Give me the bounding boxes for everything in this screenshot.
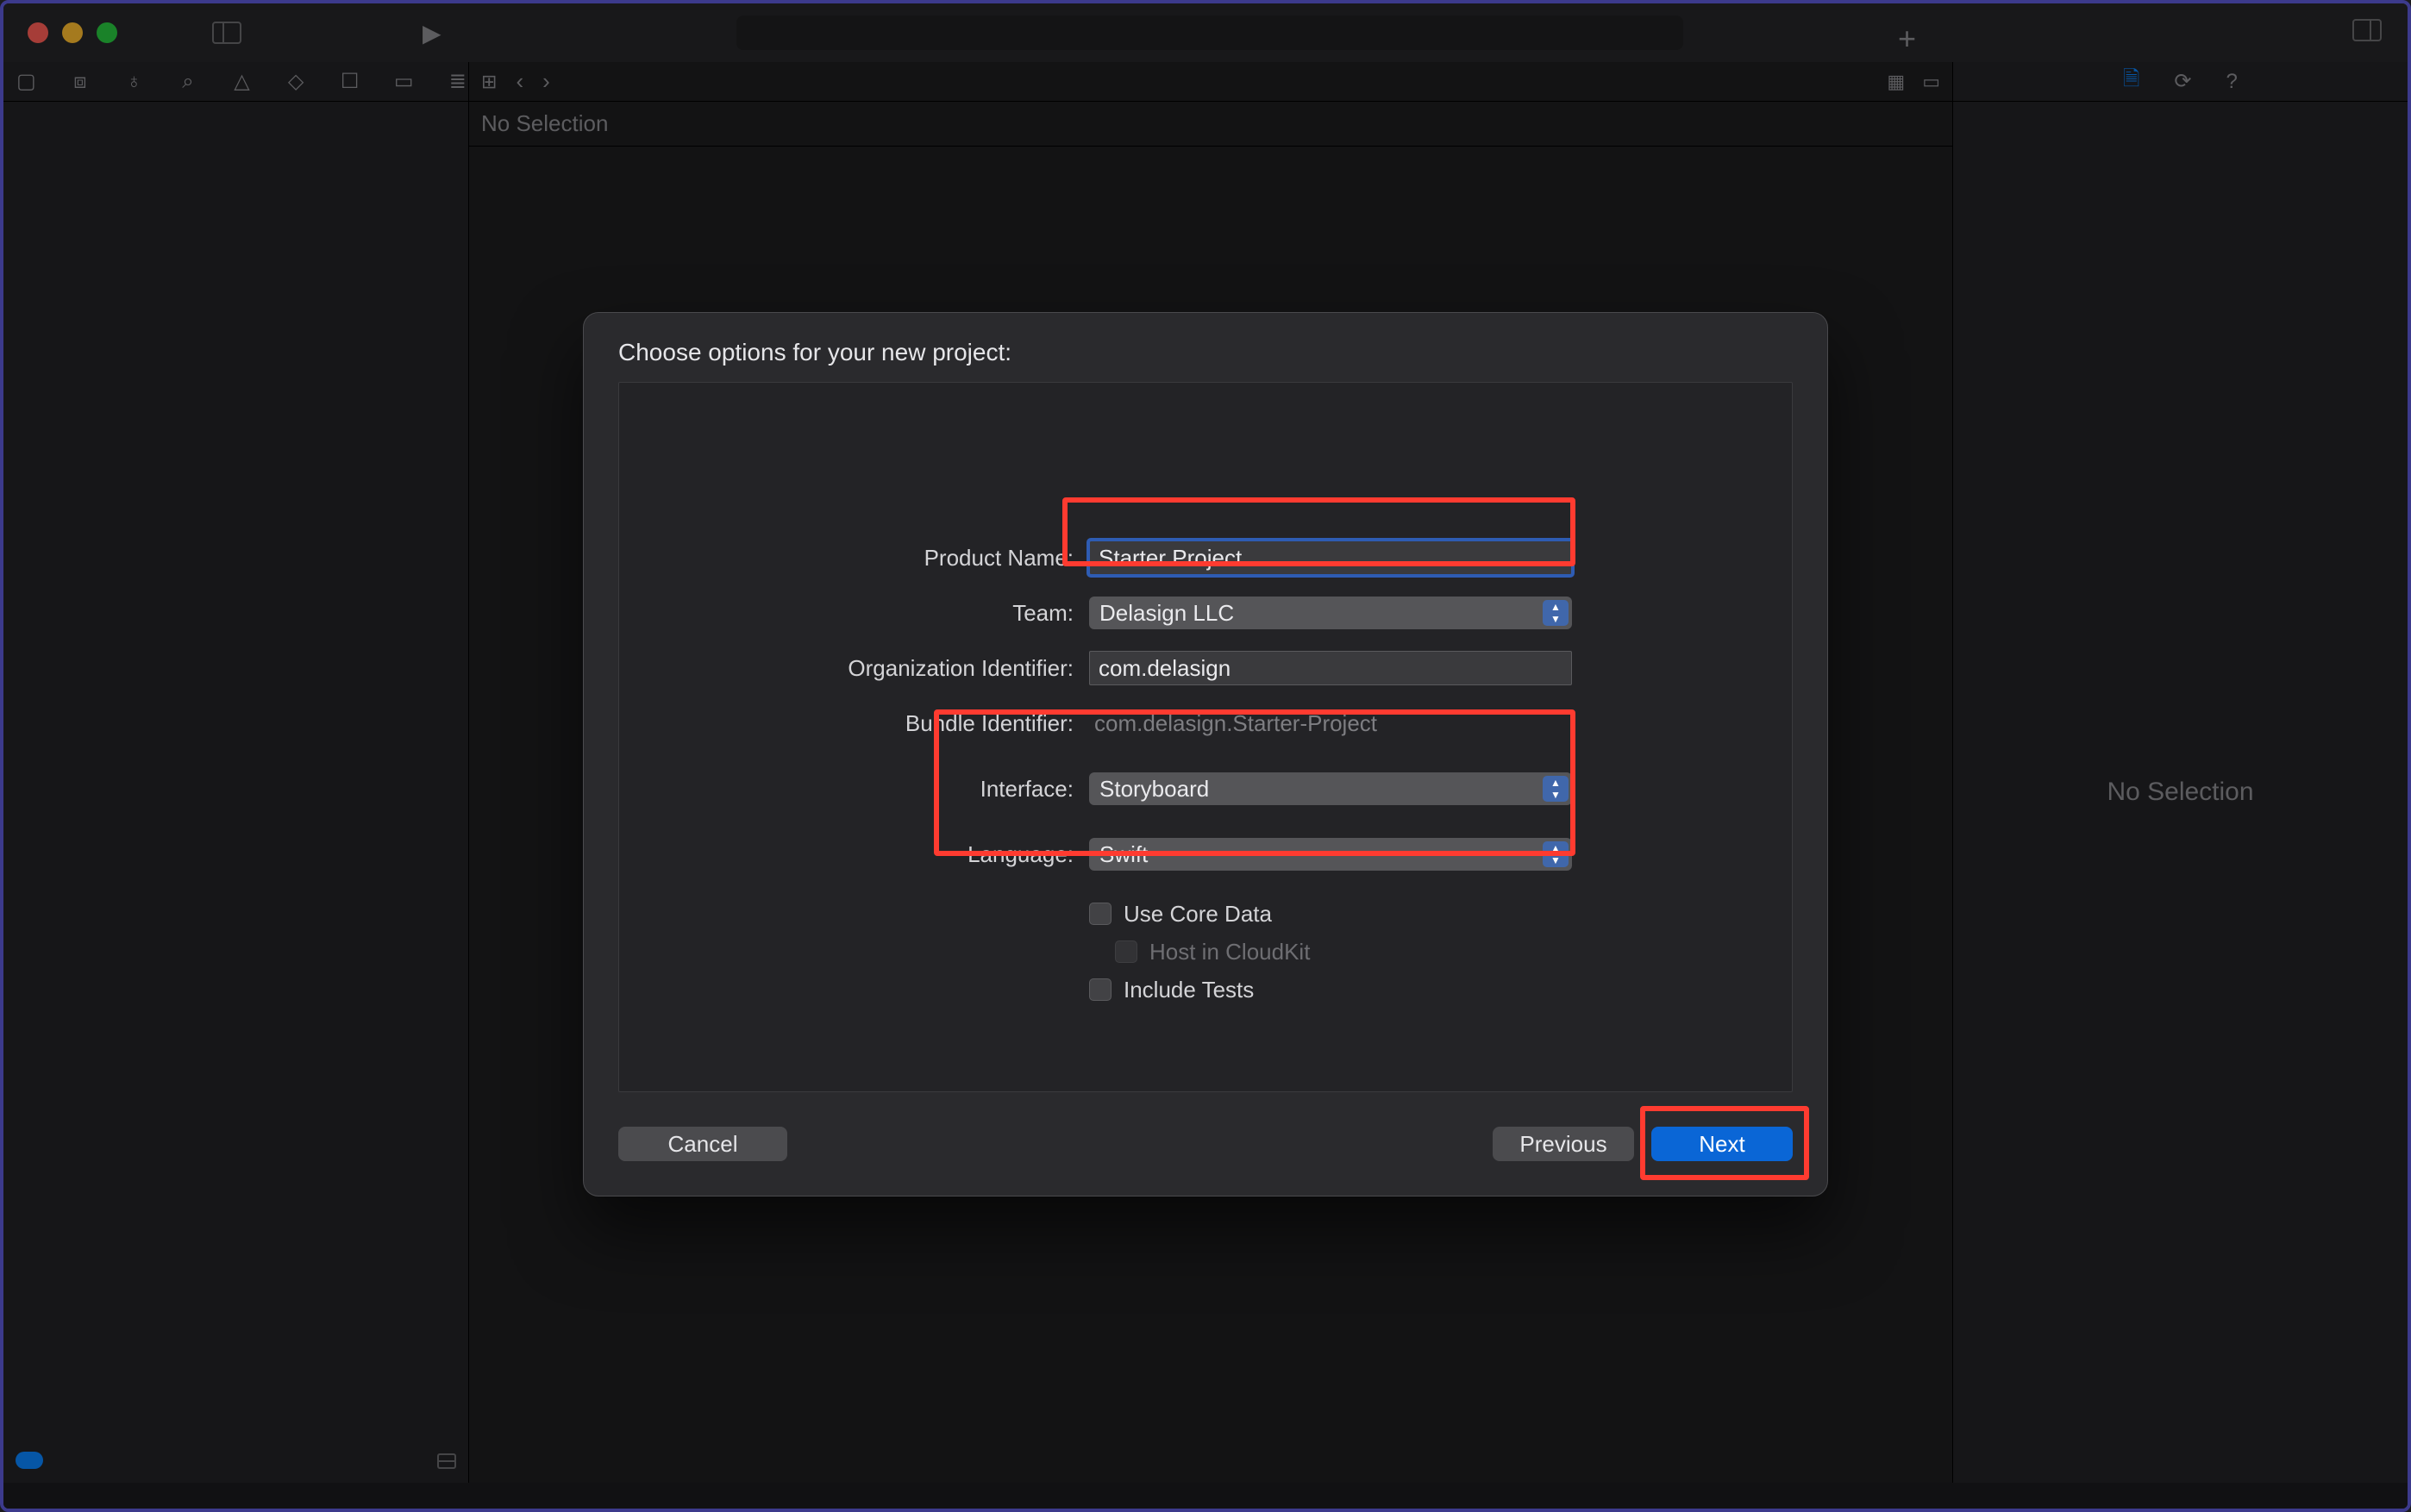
sheet-body: Product Name: Team: Delasign LLC ▲▼ Orga…: [618, 382, 1793, 1092]
filter-button[interactable]: [16, 1452, 43, 1469]
interface-label: Interface:: [619, 776, 1089, 803]
product-name-label: Product Name:: [619, 545, 1089, 572]
core-data-label: Use Core Data: [1124, 901, 1272, 928]
navigator-tabs: ▢ ⧈ ♁ ⌕ △ ◇ ☐ ▭ ≣: [3, 62, 468, 102]
select-stepper-icon: ▲▼: [1543, 600, 1569, 626]
scheme-pathbar[interactable]: [736, 16, 1683, 50]
previous-button[interactable]: Previous: [1493, 1127, 1634, 1161]
status-bar: [3, 1483, 2408, 1509]
org-id-label: Organization Identifier:: [619, 655, 1089, 682]
language-row: Language: Swift ▲▼: [619, 831, 1792, 878]
tests-row: Include Tests: [619, 971, 1792, 1009]
team-select[interactable]: Delasign LLC ▲▼: [1089, 597, 1572, 629]
language-label: Language:: [619, 841, 1089, 868]
cloudkit-row: Host in CloudKit: [619, 933, 1792, 971]
toggle-debug-area-icon[interactable]: [437, 1453, 456, 1469]
related-items-icon[interactable]: ⊞: [481, 71, 497, 93]
xcode-window: ▶ + ▢ ⧈ ♁ ⌕ △ ◇ ☐ ▭ ≣ ⊞ ‹ › ▦ ▭: [0, 0, 2411, 1512]
product-name-row: Product Name:: [619, 534, 1792, 581]
jump-bar: ⊞ ‹ › ▦ ▭: [469, 62, 1952, 102]
language-select[interactable]: Swift ▲▼: [1089, 838, 1572, 871]
navigator-filter-bar: [3, 1438, 468, 1483]
tests-checkbox[interactable]: [1089, 978, 1112, 1001]
file-inspector-icon[interactable]: 🗎: [2123, 64, 2139, 99]
cloudkit-checkbox: [1115, 940, 1137, 963]
cloudkit-label: Host in CloudKit: [1149, 939, 1310, 965]
team-label: Team:: [619, 600, 1089, 627]
language-select-value: Swift: [1099, 841, 1148, 868]
interface-select-value: Storyboard: [1099, 776, 1209, 803]
tests-label: Include Tests: [1124, 977, 1254, 1003]
editor-options-icon[interactable]: ▭: [1922, 71, 1940, 93]
titlebar: ▶ +: [3, 3, 2408, 62]
minimap-icon[interactable]: ▦: [1887, 71, 1905, 93]
new-project-sheet: Choose options for your new project: Pro…: [583, 312, 1828, 1196]
help-inspector-icon[interactable]: ?: [2226, 70, 2238, 94]
minimize-window-button[interactable]: [62, 22, 83, 43]
select-stepper-icon: ▲▼: [1543, 776, 1569, 802]
toggle-navigator-icon[interactable]: [212, 22, 241, 44]
sheet-title: Choose options for your new project:: [584, 313, 1827, 382]
inspector-empty-label: No Selection: [2107, 778, 2253, 807]
nav-forward-icon[interactable]: ›: [542, 68, 550, 95]
project-options-form: Product Name: Team: Delasign LLC ▲▼ Orga…: [619, 534, 1792, 1009]
folder-icon[interactable]: ▢: [16, 69, 37, 94]
interface-row: Interface: Storyboard ▲▼: [619, 765, 1792, 812]
nav-back-icon[interactable]: ‹: [516, 68, 523, 95]
next-button[interactable]: Next: [1651, 1127, 1793, 1161]
history-inspector-icon[interactable]: ⟳: [2174, 69, 2191, 94]
core-data-checkbox[interactable]: [1089, 903, 1112, 925]
symbol-icon[interactable]: ♁: [123, 70, 145, 94]
product-name-input[interactable]: [1089, 540, 1572, 575]
zoom-window-button[interactable]: [97, 22, 117, 43]
debug-icon[interactable]: ☐: [339, 69, 360, 94]
org-id-input[interactable]: [1089, 651, 1572, 685]
issues-icon[interactable]: △: [231, 69, 253, 94]
navigator: ▢ ⧈ ♁ ⌕ △ ◇ ☐ ▭ ≣: [3, 62, 469, 1483]
core-data-row: Use Core Data: [619, 895, 1792, 933]
breadcrumb-label: No Selection: [481, 110, 608, 137]
reports-icon[interactable]: ≣: [448, 69, 469, 94]
toggle-inspector-icon[interactable]: [2352, 19, 2382, 41]
interface-select[interactable]: Storyboard ▲▼: [1089, 772, 1572, 805]
breadcrumb: No Selection: [469, 102, 1952, 147]
org-id-row: Organization Identifier:: [619, 645, 1792, 691]
inspector: 🗎 ⟳ ? No Selection: [1952, 62, 2408, 1483]
team-select-value: Delasign LLC: [1099, 600, 1234, 627]
sheet-footer: Cancel Previous Next: [584, 1092, 1827, 1196]
scm-icon[interactable]: ⧈: [70, 70, 91, 94]
run-icon[interactable]: ▶: [423, 19, 441, 47]
select-stepper-icon: ▲▼: [1543, 841, 1569, 867]
inspector-tabs: 🗎 ⟳ ?: [1953, 62, 2408, 102]
tests-icon[interactable]: ◇: [285, 69, 307, 94]
team-row: Team: Delasign LLC ▲▼: [619, 590, 1792, 636]
traffic-lights: [28, 22, 117, 43]
close-window-button[interactable]: [28, 22, 48, 43]
find-icon[interactable]: ⌕: [178, 70, 199, 94]
bundle-id-row: Bundle Identifier: com.delasign.Starter-…: [619, 700, 1792, 747]
bundle-id-label: Bundle Identifier:: [619, 710, 1089, 737]
breakpoints-icon[interactable]: ▭: [393, 69, 415, 94]
add-tab-icon[interactable]: +: [1898, 21, 1916, 57]
cancel-button[interactable]: Cancel: [618, 1127, 787, 1161]
inspector-body: No Selection: [1953, 102, 2408, 1483]
bundle-id-value: com.delasign.Starter-Project: [1089, 710, 1377, 736]
